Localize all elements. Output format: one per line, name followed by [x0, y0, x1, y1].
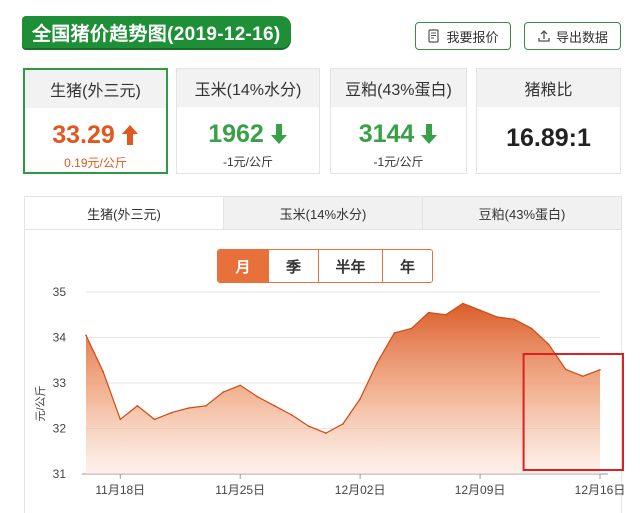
data-point	[445, 314, 447, 316]
x-tick-label: 12月16日	[575, 483, 626, 497]
period-quarter-button[interactable]: 季	[268, 250, 318, 282]
data-point	[479, 309, 481, 312]
data-point	[85, 334, 87, 337]
data-point	[256, 395, 259, 398]
data-point	[393, 332, 396, 334]
x-tick-label: 11月25日	[215, 483, 265, 497]
data-point	[599, 369, 601, 371]
data-point	[530, 327, 533, 330]
data-point	[307, 425, 310, 428]
data-point	[496, 316, 499, 318]
x-tick-label: 11月18日	[95, 483, 145, 497]
period-selector: 月 季 半年 年	[217, 249, 433, 283]
y-tick-label: 32	[53, 422, 67, 436]
data-point	[102, 370, 104, 373]
x-tick-label: 12月09日	[455, 483, 506, 497]
data-point	[547, 343, 550, 346]
data-point	[205, 405, 207, 407]
data-point	[582, 375, 584, 378]
data-point	[342, 423, 344, 425]
data-point	[462, 302, 464, 305]
data-point	[376, 361, 379, 364]
data-point	[239, 384, 241, 387]
period-year-button[interactable]: 年	[382, 250, 432, 282]
data-point	[188, 407, 190, 409]
y-tick-label: 34	[53, 331, 67, 345]
data-point	[325, 432, 327, 434]
data-point	[153, 418, 156, 421]
y-axis-label: 元/公斤	[34, 385, 47, 421]
data-point	[359, 398, 361, 400]
data-point	[564, 368, 567, 371]
data-point	[273, 405, 276, 407]
data-point	[222, 391, 224, 393]
data-point	[136, 405, 139, 407]
y-tick-label: 35	[53, 285, 67, 299]
data-point	[290, 414, 293, 416]
data-point	[410, 327, 413, 330]
data-point	[513, 318, 516, 321]
y-tick-label: 31	[53, 467, 67, 481]
data-point	[427, 311, 430, 314]
period-month-button[interactable]: 月	[218, 250, 268, 282]
x-tick-label: 12月02日	[335, 483, 386, 497]
data-point	[119, 418, 122, 421]
y-tick-label: 33	[53, 376, 67, 390]
period-half-year-button[interactable]: 半年	[318, 250, 382, 282]
data-point	[170, 411, 173, 414]
